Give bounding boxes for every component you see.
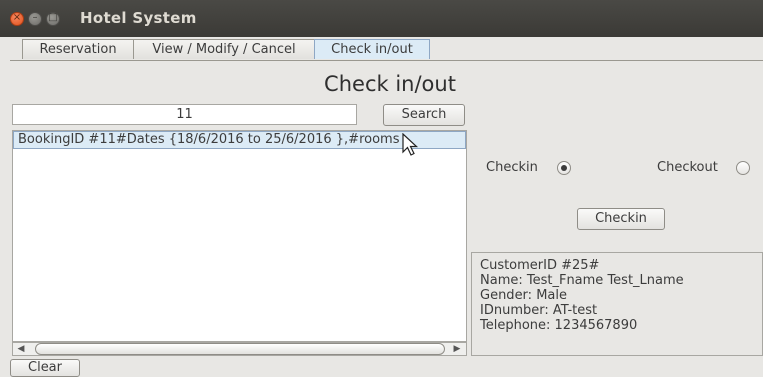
- radio-selected-dot: [561, 165, 567, 171]
- scrollbar-thumb[interactable]: [35, 343, 445, 355]
- checkout-radio-label: Checkout: [657, 160, 718, 175]
- customer-name-text: Name: Test_Fname Test_Lname: [480, 273, 684, 288]
- close-window-button[interactable]: ×: [10, 12, 24, 26]
- window-title: Hotel System: [80, 9, 197, 27]
- customer-info-panel: CustomerID #25# Name: Test_Fname Test_Ln…: [471, 252, 763, 356]
- tab-strip: Reservation View / Modify / Cancel Check…: [0, 37, 763, 61]
- scroll-left-icon[interactable]: ◀: [15, 343, 27, 355]
- mouse-pointer-icon: [402, 133, 419, 156]
- booking-search-input[interactable]: [12, 104, 357, 125]
- minimize-icon: –: [32, 12, 38, 23]
- clear-button[interactable]: Clear: [10, 359, 80, 377]
- tab-reservation[interactable]: Reservation: [22, 39, 134, 59]
- close-icon: ×: [12, 12, 22, 23]
- scroll-right-icon[interactable]: ▶: [451, 343, 463, 355]
- customer-telephone-text: Telephone: 1234567890: [480, 318, 638, 333]
- checkin-radio-label: Checkin: [486, 160, 538, 175]
- maximize-icon: □: [48, 12, 58, 23]
- window-titlebar: × – □ Hotel System: [0, 0, 763, 38]
- checkin-radio[interactable]: [557, 161, 571, 175]
- maximize-window-button[interactable]: □: [46, 12, 60, 26]
- tab-check-in-out[interactable]: Check in/out: [314, 39, 430, 59]
- results-horizontal-scrollbar[interactable]: ◀ ▶: [12, 342, 467, 356]
- customer-gender-text: Gender: Male: [480, 288, 567, 303]
- checkin-action-button[interactable]: Checkin: [577, 208, 665, 230]
- checkout-radio[interactable]: [736, 161, 750, 175]
- list-item[interactable]: BookingID #11#Dates {18/6/2016 to 25/6/2…: [13, 131, 466, 149]
- tab-view-modify-cancel[interactable]: View / Modify / Cancel: [133, 39, 315, 59]
- customer-id-text: CustomerID #25#: [480, 258, 600, 273]
- search-button[interactable]: Search: [383, 104, 465, 126]
- booking-results-list[interactable]: BookingID #11#Dates {18/6/2016 to 25/6/2…: [12, 130, 467, 342]
- page-title: Check in/out: [324, 72, 456, 96]
- customer-idnumber-text: IDnumber: AT-test: [480, 303, 598, 318]
- minimize-window-button[interactable]: –: [28, 12, 42, 26]
